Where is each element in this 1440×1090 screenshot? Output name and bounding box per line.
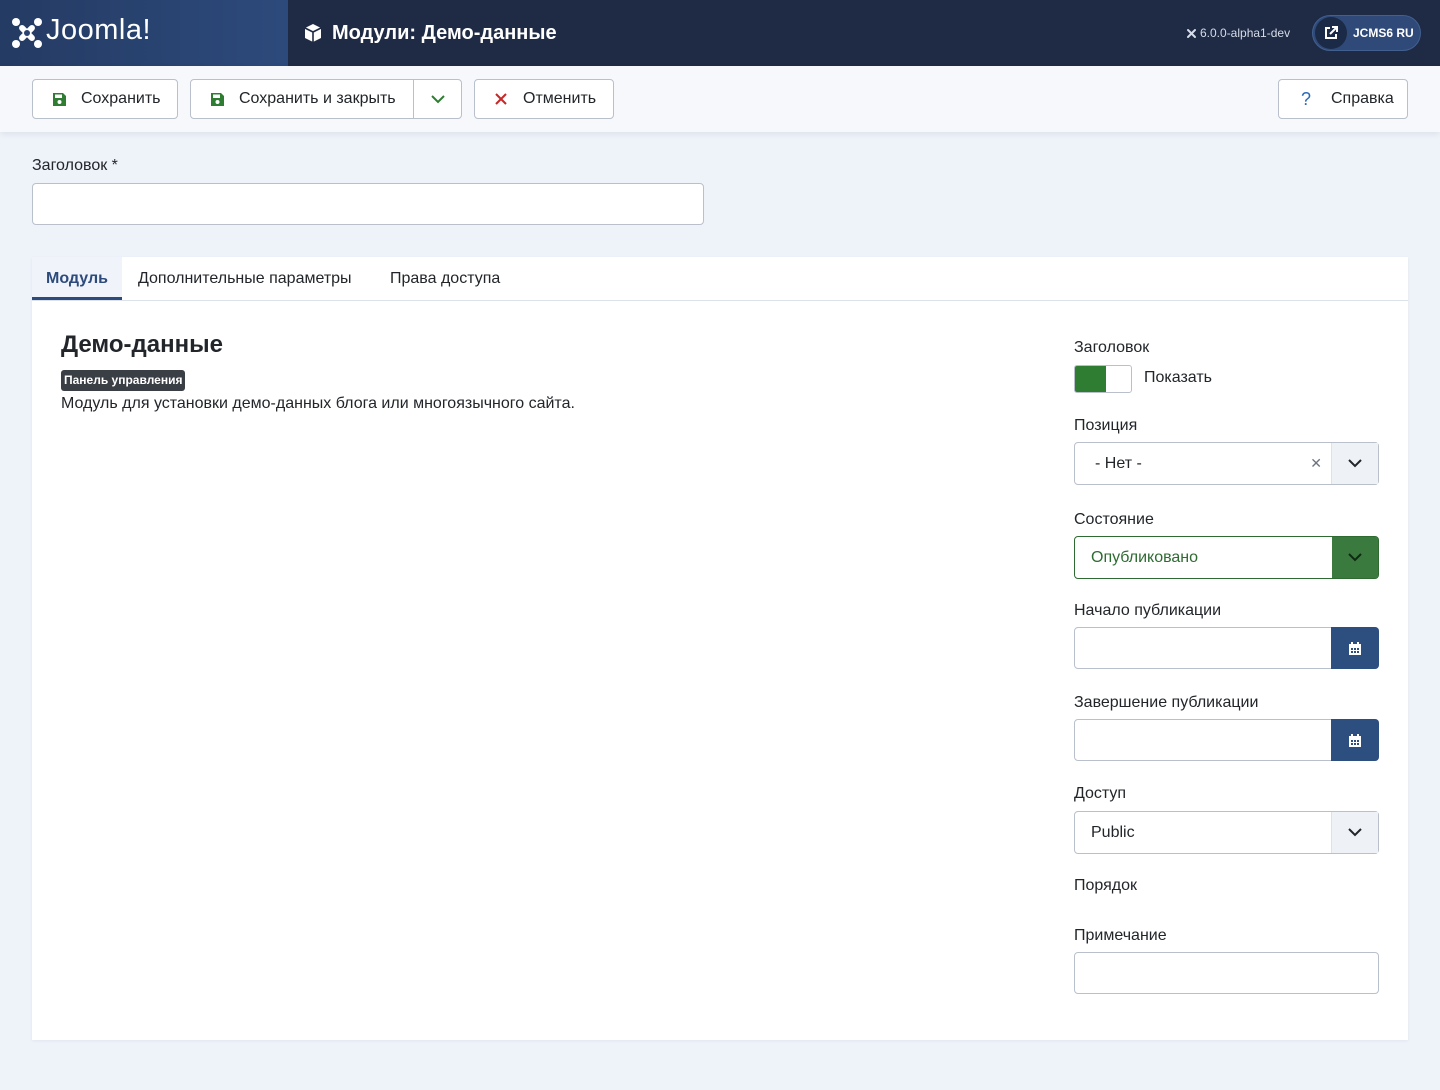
times-icon <box>493 93 509 105</box>
cancel-button[interactable]: Отменить <box>474 79 614 119</box>
clear-icon[interactable]: ✕ <box>1310 455 1322 472</box>
save-label: Сохранить <box>81 90 161 107</box>
module-type-title: Демо-данные <box>61 331 223 358</box>
cancel-label: Отменить <box>523 90 597 107</box>
client-badge: Панель управления <box>61 370 186 391</box>
position-select[interactable]: - Нет - ✕ <box>1074 442 1379 485</box>
version-text: 6.0.0-alpha1-dev <box>1200 26 1291 40</box>
state-select[interactable]: Опубликовано <box>1074 536 1379 579</box>
module-edit-card: Модуль Дополнительные параметры Права до… <box>32 257 1408 1040</box>
calendar-icon[interactable] <box>1331 719 1379 761</box>
chevron-down-icon <box>1332 537 1378 578</box>
publish-up-field[interactable] <box>1074 627 1379 669</box>
joomla-small-icon <box>1187 28 1196 38</box>
module-description: Модуль для установки демо-данных блога и… <box>61 395 575 412</box>
save-close-button[interactable]: Сохранить и закрыть <box>191 80 414 118</box>
page-title-bar: Модули: Демо-данные <box>303 20 557 46</box>
save-button[interactable]: Сохранить <box>32 79 178 119</box>
calendar-icon[interactable] <box>1331 627 1379 669</box>
toolbar: Сохранить Сохранить и закрыть Отменить ?… <box>0 66 1440 132</box>
show-title-toggle-label: Показать <box>1144 369 1213 386</box>
help-label: Справка <box>1331 90 1394 107</box>
save-close-group: Сохранить и закрыть <box>190 79 462 119</box>
save-options-dropdown-button[interactable] <box>414 80 461 118</box>
position-value: - Нет - <box>1095 455 1142 472</box>
ordering-label: Порядок <box>1074 877 1138 894</box>
chevron-down-icon <box>430 94 445 103</box>
tab-module[interactable]: Модуль <box>32 257 122 300</box>
access-value: Public <box>1091 824 1135 841</box>
note-input[interactable] <box>1074 952 1379 994</box>
publish-up-label: Начало публикации <box>1074 602 1222 619</box>
access-label: Доступ <box>1074 785 1127 802</box>
tab-permissions[interactable]: Права доступа <box>390 257 500 300</box>
title-field-label: Заголовок * <box>32 157 118 174</box>
show-title-label: Заголовок <box>1074 339 1150 356</box>
state-value: Опубликовано <box>1091 549 1199 566</box>
help-button[interactable]: ? Справка <box>1278 79 1408 119</box>
logo-text: Joomla! <box>46 14 152 46</box>
floppy-disk-icon <box>51 92 67 107</box>
position-label: Позиция <box>1074 417 1138 434</box>
title-input[interactable] <box>32 183 704 225</box>
access-select[interactable]: Public <box>1074 811 1379 854</box>
app-header: Joomla! Модули: Демо-данные 6.0.0-alpha1… <box>0 0 1440 66</box>
cube-icon <box>304 24 322 42</box>
save-close-label: Сохранить и закрыть <box>239 90 396 107</box>
logo-area[interactable]: Joomla! <box>0 0 288 66</box>
toggle-on-indicator <box>1075 366 1106 392</box>
tab-bar: Модуль Дополнительные параметры Права до… <box>32 257 1408 301</box>
chevron-down-icon <box>1331 812 1378 853</box>
show-title-toggle[interactable] <box>1074 365 1132 393</box>
question-icon: ? <box>1300 88 1311 109</box>
floppy-disk-icon <box>209 92 225 107</box>
publish-down-field[interactable] <box>1074 719 1379 761</box>
joomla-logo-icon <box>12 18 42 48</box>
site-link-button[interactable]: JCMS6 RU <box>1312 15 1421 51</box>
note-label: Примечание <box>1074 927 1167 944</box>
state-label: Состояние <box>1074 511 1154 528</box>
tab-advanced-options[interactable]: Дополнительные параметры <box>138 257 352 300</box>
external-link-icon <box>1315 17 1347 49</box>
publish-down-label: Завершение публикации <box>1074 694 1259 711</box>
chevron-down-icon <box>1331 443 1378 484</box>
page-title: Модули: Демо-данные <box>332 21 557 44</box>
version-info: 6.0.0-alpha1-dev <box>1186 26 1290 40</box>
site-link-label: JCMS6 RU <box>1353 26 1414 40</box>
